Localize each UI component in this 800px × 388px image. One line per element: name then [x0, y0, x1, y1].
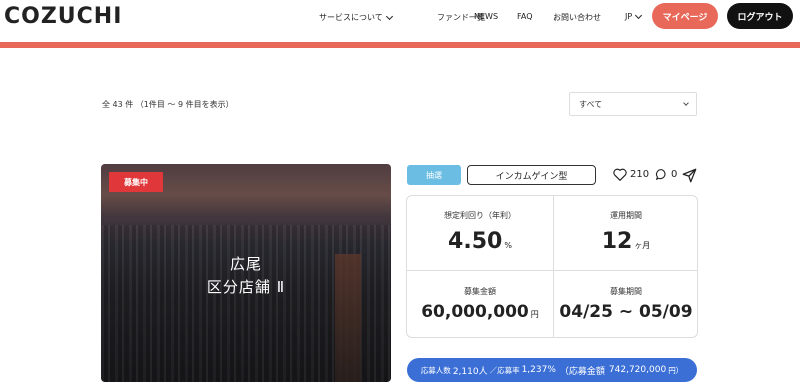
- chevron-down-icon: [683, 100, 689, 106]
- lottery-tag: 抽選: [407, 165, 461, 185]
- yield-unit: %: [504, 241, 512, 250]
- period-value: 12 ヶ月: [553, 229, 699, 254]
- chevron-down-icon: [385, 12, 393, 20]
- language-selector[interactable]: JP: [625, 11, 643, 21]
- comment-button[interactable]: 0: [655, 168, 677, 181]
- filter-select-value: すべて: [579, 99, 603, 109]
- logo[interactable]: COZUCHI: [4, 4, 122, 29]
- comment-count: 0: [671, 169, 678, 180]
- language-label: JP: [625, 12, 633, 21]
- grid-divider: [407, 270, 697, 271]
- mypage-button[interactable]: マイページ: [652, 3, 718, 29]
- amount-label: 募集金額: [464, 287, 496, 296]
- application-summary-bar: 応募人数 2,110人 ／応募率 1,237% （応募金額 742,720,00…: [407, 358, 697, 382]
- nav-services[interactable]: サービスについて: [319, 12, 393, 23]
- summary-rate: 1,237%: [521, 365, 556, 375]
- like-count: 210: [630, 169, 650, 180]
- summary-amount-unit: 円）: [668, 365, 684, 375]
- summary-applicants: 2,110人: [452, 366, 488, 377]
- result-count: 全 43 件 （1件目 〜 9 件目を表示）: [102, 100, 234, 109]
- amount-number: 60,000,000: [421, 302, 529, 322]
- nav-news[interactable]: NEWS: [474, 12, 498, 21]
- nav-contact[interactable]: お問い合わせ: [553, 12, 601, 23]
- nav-faq[interactable]: FAQ: [517, 12, 533, 21]
- period-unit: ヶ月: [634, 241, 651, 250]
- amount-value: 60,000,000 円: [407, 302, 553, 322]
- summary-amount: 742,720,000: [608, 365, 667, 375]
- amount-unit: 円: [530, 310, 539, 319]
- yield-number: 4.50: [448, 229, 503, 254]
- chevron-down-icon: [635, 11, 643, 19]
- status-badge: 募集中: [109, 172, 163, 192]
- like-button[interactable]: 210: [613, 168, 649, 181]
- fund-title-line1: 広尾: [229, 255, 262, 273]
- comment-icon: [655, 169, 666, 180]
- yield-label: 想定利回り（年利）: [444, 211, 516, 220]
- fund-title-line2: 区分店舗 Ⅱ: [206, 278, 286, 296]
- yield-value: 4.50%: [407, 229, 553, 254]
- filter-select[interactable]: すべて: [569, 92, 697, 116]
- header-accent-bar: [0, 42, 800, 48]
- fund-stats-grid: 想定利回り（年利） 4.50% 運用期間 12 ヶ月 募集金額 60,000,00…: [406, 195, 698, 338]
- share-icon: [682, 168, 697, 183]
- recruit-period-label: 募集期間: [610, 287, 642, 296]
- heart-icon: [613, 168, 627, 181]
- period-number: 12: [601, 229, 633, 254]
- site-header: COZUCHI サービスについて ファンド一覧 NEWS FAQ お問い合わせ …: [0, 0, 800, 42]
- summary-sep: ／応募率: [489, 365, 520, 375]
- nav-services-label: サービスについて: [319, 13, 383, 22]
- summary-amount-label: （応募金額: [559, 366, 605, 377]
- share-button[interactable]: [682, 168, 697, 187]
- summary-prefix: 応募人数: [420, 365, 451, 375]
- fund-type-tag: インカムゲイン型: [467, 165, 596, 185]
- logout-button[interactable]: ログアウト: [727, 3, 793, 29]
- period-label: 運用期間: [610, 211, 642, 220]
- recruit-period-value: 04/25 ~ 05/09: [559, 302, 693, 322]
